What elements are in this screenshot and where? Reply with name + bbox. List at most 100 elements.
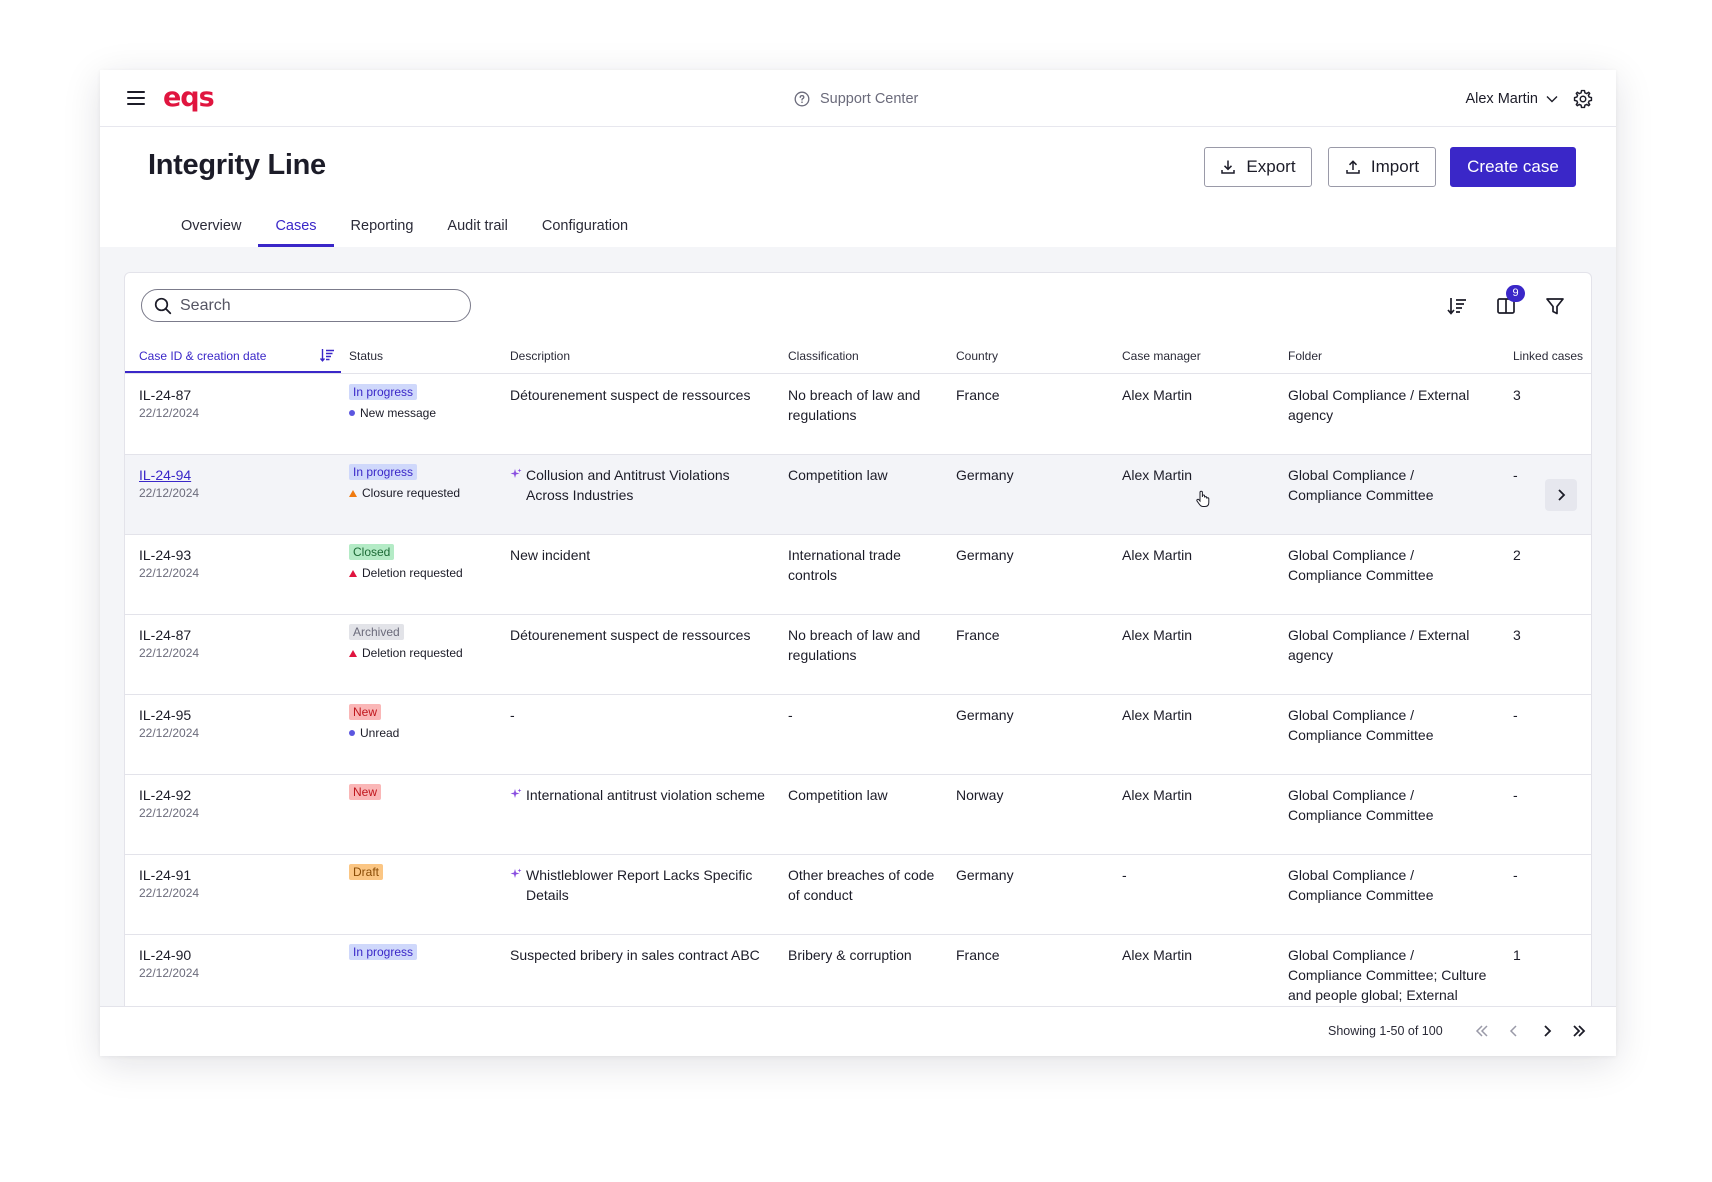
eqs-logo[interactable]: eqs	[163, 84, 215, 112]
unread-dot-icon	[349, 410, 355, 416]
case-folder: Global Compliance / External agency	[1288, 627, 1470, 663]
case-manager: Alex Martin	[1122, 947, 1193, 963]
status-badge: In progress	[349, 944, 418, 960]
status-badge: Draft	[349, 864, 384, 880]
create-case-button[interactable]: Create case	[1450, 147, 1576, 187]
table-row[interactable]: IL-24-90 22/12/2024 In progress Suspected b…	[125, 935, 1591, 1011]
unread-dot-icon	[349, 730, 355, 736]
search-input[interactable]	[180, 296, 450, 315]
support-center-label: Support Center	[820, 91, 919, 107]
case-description: International antitrust violation scheme	[526, 787, 765, 803]
pagination-bar: Showing 1-50 of 100	[100, 1006, 1616, 1056]
case-description: -	[510, 707, 515, 723]
col-case-manager[interactable]: Case manager	[1122, 349, 1201, 363]
first-page-icon[interactable]	[1471, 1020, 1493, 1042]
next-page-icon[interactable]	[1536, 1020, 1558, 1042]
linked-cases-count: 3	[1513, 387, 1521, 403]
sub-status: Deletion requested	[349, 646, 463, 660]
case-date: 22/12/2024	[139, 486, 200, 500]
case-country: France	[956, 947, 1000, 963]
previous-page-icon[interactable]	[1503, 1020, 1525, 1042]
case-id[interactable]: IL-24-90	[139, 945, 191, 965]
case-description: Détourenement suspect de ressources	[510, 627, 751, 643]
case-id[interactable]: IL-24-92	[139, 785, 191, 805]
export-label: Export	[1246, 157, 1296, 176]
case-description: Whistleblower Report Lacks Specific Deta…	[526, 867, 753, 903]
menu-icon[interactable]	[127, 90, 145, 106]
case-date: 22/12/2024	[139, 806, 200, 820]
case-country: France	[956, 387, 1000, 403]
search-box[interactable]	[141, 289, 471, 322]
tab-audit-trail[interactable]: Audit trail	[430, 215, 524, 247]
settings-gear-icon[interactable]	[1572, 88, 1594, 110]
status-badge: In progress	[349, 464, 418, 480]
case-id[interactable]: IL-24-95	[139, 705, 191, 725]
chevron-right-icon	[1558, 489, 1566, 501]
tab-configuration[interactable]: Configuration	[525, 215, 645, 247]
import-label: Import	[1370, 157, 1420, 176]
case-date: 22/12/2024	[139, 966, 200, 980]
case-date: 22/12/2024	[139, 726, 200, 740]
table-row[interactable]: IL-24-93 22/12/2024 Closed Deletion request…	[125, 535, 1591, 615]
alert-triangle-icon	[349, 649, 357, 657]
case-manager: Alex Martin	[1122, 387, 1193, 403]
sub-status: New message	[349, 406, 436, 420]
sub-status-label: Deletion requested	[362, 566, 463, 580]
case-id[interactable]: IL-24-94	[139, 465, 191, 485]
case-description: Détourenement suspect de ressources	[510, 387, 751, 403]
col-case-id[interactable]: Case ID & creation date	[139, 349, 266, 363]
status-badge: In progress	[349, 384, 418, 400]
case-folder: Global Compliance / Compliance Committee	[1288, 787, 1434, 823]
table-row[interactable]: IL-24-91 22/12/2024 Draft Whistleblower Rep…	[125, 855, 1591, 935]
case-folder: Global Compliance / External agency	[1288, 387, 1470, 423]
col-linked-cases[interactable]: Linked cases	[1513, 349, 1583, 363]
table-header: Case ID & creation date Status Descripti…	[125, 343, 1591, 374]
user-name: Alex Martin	[1465, 91, 1538, 107]
case-manager: Alex Martin	[1122, 547, 1193, 563]
import-button[interactable]: Import	[1328, 147, 1436, 187]
tab-cases[interactable]: Cases	[258, 215, 334, 247]
cases-table-card: 9 Case ID & creation date Status Descrip…	[124, 272, 1592, 1012]
col-description[interactable]: Description	[510, 349, 570, 363]
table-row[interactable]: IL-24-95 22/12/2024 New Unread - - Germany Alex…	[125, 695, 1591, 775]
case-id[interactable]: IL-24-87	[139, 385, 191, 405]
linked-cases-count: 1	[1513, 947, 1521, 963]
col-folder[interactable]: Folder	[1288, 349, 1322, 363]
col-status[interactable]: Status	[349, 349, 383, 363]
case-classification: Other breaches of code of conduct	[788, 867, 935, 903]
tab-reporting[interactable]: Reporting	[334, 215, 431, 247]
open-case-button[interactable]	[1545, 479, 1577, 511]
filter-icon[interactable]	[1542, 293, 1568, 319]
export-button[interactable]: Export	[1204, 147, 1312, 187]
status-badge: New	[349, 784, 382, 800]
support-center-link[interactable]: Support Center	[794, 88, 918, 110]
search-icon	[154, 297, 172, 314]
table-row[interactable]: IL-24-87 22/12/2024 Archived Deletion reque…	[125, 615, 1591, 695]
case-country: France	[956, 627, 1000, 643]
case-date: 22/12/2024	[139, 886, 200, 900]
table-row[interactable]: IL-24-94 22/12/2024 In progress Closure req…	[125, 455, 1591, 535]
case-id[interactable]: IL-24-87	[139, 625, 191, 645]
case-country: Germany	[956, 867, 1014, 883]
table-row[interactable]: IL-24-92 22/12/2024 New International antit…	[125, 775, 1591, 855]
case-country: Norway	[956, 787, 1004, 803]
sort-desc-icon[interactable]	[319, 347, 335, 363]
case-id[interactable]: IL-24-93	[139, 545, 191, 565]
sub-status-label: New message	[360, 406, 437, 420]
col-country[interactable]: Country	[956, 349, 998, 363]
tab-overview[interactable]: Overview	[164, 215, 258, 247]
col-classification[interactable]: Classification	[788, 349, 859, 363]
user-menu[interactable]: Alex Martin	[1465, 88, 1558, 110]
warning-triangle-icon	[349, 489, 357, 497]
sub-status: Unread	[349, 726, 399, 740]
sort-indicator	[125, 371, 341, 373]
top-bar: eqs Support Center Alex Martin	[100, 70, 1616, 127]
case-manager: Alex Martin	[1122, 707, 1193, 723]
sort-icon[interactable]	[1444, 293, 1470, 319]
table-row[interactable]: IL-24-87 22/12/2024 In progress New message…	[125, 375, 1591, 455]
last-page-icon[interactable]	[1568, 1020, 1590, 1042]
case-date: 22/12/2024	[139, 566, 200, 580]
case-folder: Global Compliance / Compliance Committee	[1288, 867, 1434, 903]
case-date: 22/12/2024	[139, 646, 200, 660]
case-id[interactable]: IL-24-91	[139, 865, 191, 885]
